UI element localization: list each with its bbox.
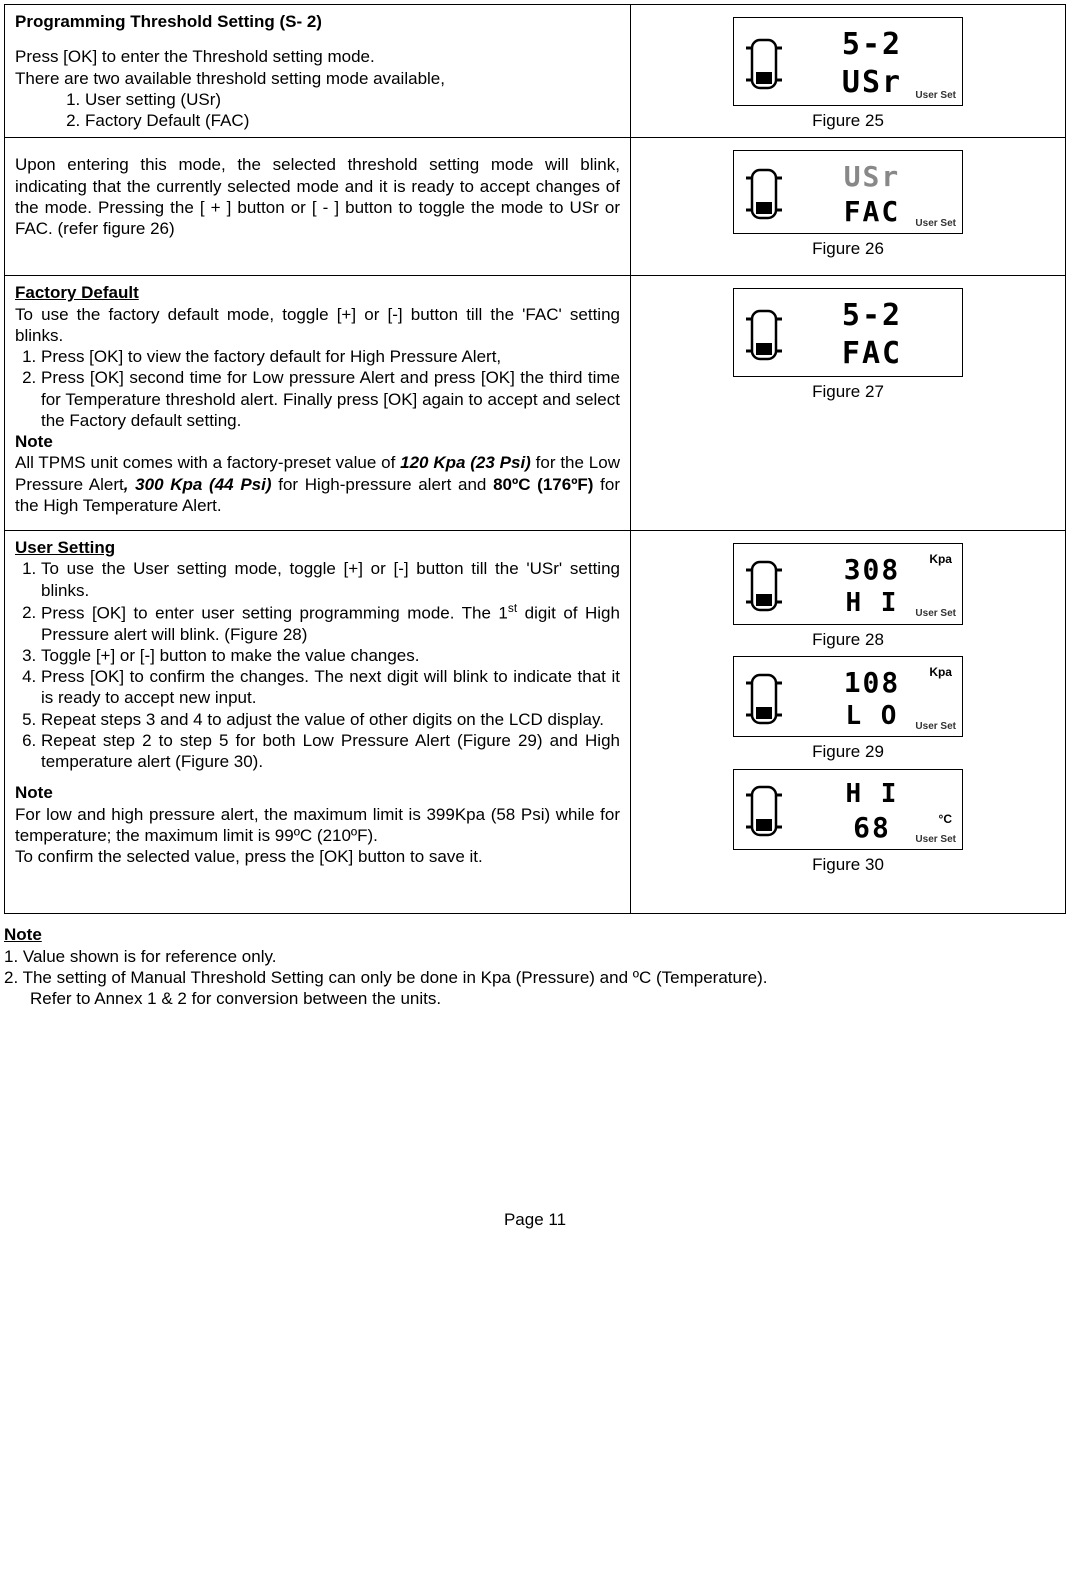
fig28-line1: 308 — [796, 552, 948, 587]
fig30-unit: °C — [939, 812, 952, 827]
fig28-unit: Kpa — [929, 552, 952, 567]
device-fig30: °C H I 68 User Set — [733, 769, 963, 851]
user-step3: Toggle [+] or [-] button to make the val… — [41, 645, 620, 666]
intro-line-1: Press [OK] to enter the Threshold settin… — [15, 46, 620, 67]
fig26-caption: Figure 26 — [641, 238, 1055, 259]
intro-line-2: There are two available threshold settin… — [15, 68, 620, 89]
row2-left: Upon entering this mode, the selected th… — [5, 138, 631, 276]
user-step4: Press [OK] to confirm the changes. The n… — [41, 666, 620, 709]
device-fig26: USr FAC User Set — [733, 150, 963, 234]
header-left-cell: Programming Threshold Setting (S- 2) Pre… — [5, 5, 631, 138]
fig29-line1: 108 — [796, 665, 948, 700]
factory-left: Factory Default To use the factory defau… — [5, 276, 631, 531]
bottom-note-l1: 1. Value shown is for reference only. — [4, 946, 1066, 967]
device-fig25: 5-2 USr User Set — [733, 17, 963, 106]
user-right: Kpa 308 H I User Set Figure 28 Kpa — [630, 531, 1065, 914]
row2-right: USr FAC User Set Figure 26 — [630, 138, 1065, 276]
fig30-line1: H I — [796, 778, 948, 811]
device-fig27: 5-2 FAC — [733, 288, 963, 377]
car-icon — [742, 669, 786, 729]
fig25-corner: User Set — [915, 90, 956, 103]
user-step1: To use the User setting mode, toggle [+]… — [41, 558, 620, 601]
car-icon — [742, 34, 786, 94]
factory-step1: Press [OK] to view the factory default f… — [41, 346, 620, 367]
section-title: Programming Threshold Setting (S- 2) — [15, 11, 620, 32]
user-step2: Press [OK] to enter user setting program… — [41, 601, 620, 645]
fig25-line1: 5-2 — [796, 26, 948, 64]
bottom-note-heading: Note — [4, 924, 1066, 945]
user-note-heading: Note — [15, 782, 620, 803]
device-fig28: Kpa 308 H I User Set — [733, 543, 963, 625]
fig25-caption: Figure 25 — [641, 110, 1055, 131]
user-left: User Setting To use the User setting mod… — [5, 531, 631, 914]
user-note-text2: To confirm the selected value, press the… — [15, 846, 620, 867]
fig27-line1: 5-2 — [796, 297, 948, 335]
bottom-note-l3: Refer to Annex 1 & 2 for conversion betw… — [30, 988, 1066, 1009]
fig30-caption: Figure 30 — [641, 854, 1055, 875]
fig29-corner: User Set — [915, 721, 956, 734]
factory-note-heading: Note — [15, 431, 620, 452]
factory-right: 5-2 FAC Figure 27 — [630, 276, 1065, 531]
header-right-cell: 5-2 USr User Set Figure 25 — [630, 5, 1065, 138]
factory-intro: To use the factory default mode, toggle … — [15, 304, 620, 347]
fig27-line2: FAC — [796, 335, 948, 373]
option-fac: Factory Default (FAC) — [85, 110, 620, 131]
factory-step2: Press [OK] second time for Low pressure … — [41, 367, 620, 431]
fig29-unit: Kpa — [929, 665, 952, 680]
user-step6: Repeat step 2 to step 5 for both Low Pre… — [41, 730, 620, 773]
fig26-corner: User Set — [915, 218, 956, 231]
factory-heading: Factory Default — [15, 282, 620, 303]
bottom-note-l2: 2. The setting of Manual Threshold Setti… — [4, 967, 1066, 988]
row2-text: Upon entering this mode, the selected th… — [15, 154, 620, 239]
user-step5: Repeat steps 3 and 4 to adjust the value… — [41, 709, 620, 730]
option-usr: User setting (USr) — [85, 89, 620, 110]
car-icon — [742, 781, 786, 841]
fig28-caption: Figure 28 — [641, 629, 1055, 650]
fig26-line1: USr — [796, 159, 948, 194]
page-number: Page 11 — [4, 1209, 1066, 1230]
car-icon — [742, 164, 786, 224]
car-icon — [742, 556, 786, 616]
fig30-corner: User Set — [915, 834, 956, 847]
user-note-text1: For low and high pressure alert, the max… — [15, 804, 620, 847]
fig27-caption: Figure 27 — [641, 381, 1055, 402]
fig28-corner: User Set — [915, 608, 956, 621]
car-icon — [742, 305, 786, 365]
device-fig29: Kpa 108 L O User Set — [733, 656, 963, 738]
fig29-caption: Figure 29 — [641, 741, 1055, 762]
factory-note-text: All TPMS unit comes with a factory-prese… — [15, 452, 620, 516]
main-table: Programming Threshold Setting (S- 2) Pre… — [4, 4, 1066, 914]
user-heading: User Setting — [15, 537, 620, 558]
